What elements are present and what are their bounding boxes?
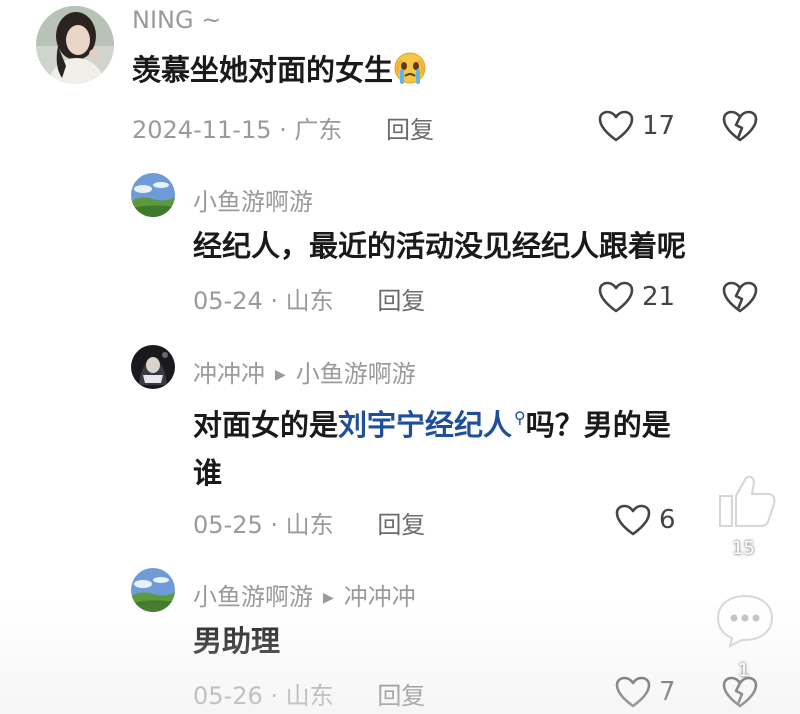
meta-separator: ·: [270, 511, 279, 539]
dislike-button[interactable]: [722, 281, 758, 317]
username-text[interactable]: 冲冲冲: [193, 360, 265, 388]
comment-date: 05-26: [193, 682, 263, 710]
avatar[interactable]: [131, 568, 175, 612]
meta-separator: ·: [270, 287, 279, 315]
like-count: 6: [659, 505, 676, 535]
comment-text: 羡慕坐她对面的女生: [132, 53, 394, 87]
username[interactable]: 小鱼游啊游: [193, 182, 313, 217]
heart-icon: [615, 504, 651, 536]
comment-date: 05-24: [193, 287, 263, 315]
meta-separator: ·: [270, 682, 279, 710]
reply-arrow-icon: ▶: [323, 590, 334, 606]
comment-body: 对面女的是刘宇宁经纪人 ⚲吗？男的是 谁: [193, 394, 753, 497]
comment-text: 对面女的是: [193, 408, 339, 442]
broken-heart-icon: [722, 281, 758, 313]
comment-meta: 05-26 · 山东 回复: [193, 676, 425, 711]
reply-button[interactable]: 回复: [377, 287, 425, 315]
username-text[interactable]: 小鱼游啊游: [193, 188, 313, 216]
comment-meta: 2024-11-15 · 广东 回复: [132, 110, 434, 145]
comment-thread: NING ~ 羡慕坐她对面的女生 2024-11-15 · 广东 回复 17 小…: [0, 0, 800, 714]
comment-meta: 05-25 · 山东 回复: [193, 505, 425, 540]
reply-button[interactable]: 回复: [386, 116, 434, 144]
username[interactable]: 冲冲冲 ▶ 小鱼游啊游: [193, 354, 416, 389]
comment-body: 羡慕坐她对面的女生: [132, 46, 692, 94]
comment-location: 山东: [285, 682, 334, 710]
reply-button[interactable]: 回复: [377, 682, 425, 710]
like-button[interactable]: 6: [615, 500, 676, 540]
comment-text-line2: 谁: [193, 456, 223, 490]
avatar[interactable]: [131, 345, 175, 389]
heart-icon: [598, 110, 634, 142]
thumbs-up-icon: [719, 475, 776, 527]
comment-text-continued: 吗？男的是: [525, 408, 671, 442]
heart-icon: [615, 676, 651, 708]
comment-meta: 05-24 · 山东 回复: [193, 281, 425, 316]
avatar[interactable]: [131, 173, 175, 217]
comment-date: 05-25: [193, 511, 263, 539]
username[interactable]: NING ~: [132, 6, 221, 34]
like-count: 21: [642, 282, 676, 312]
username-text[interactable]: NING ~: [132, 6, 221, 34]
video-like-count: 15: [732, 538, 755, 559]
search-link[interactable]: 刘宇宁经纪人: [338, 408, 512, 442]
dislike-button[interactable]: [722, 110, 758, 146]
comment-location: 广东: [294, 116, 343, 144]
search-icon[interactable]: ⚲: [514, 408, 526, 427]
like-button[interactable]: 17: [598, 106, 675, 146]
dislike-button[interactable]: [722, 676, 758, 712]
username-text[interactable]: 小鱼游啊游: [193, 583, 313, 611]
comment-text: 经纪人，最近的活动没见经纪人跟着呢: [193, 229, 687, 263]
crying-face-emoji: [394, 52, 426, 84]
like-button[interactable]: 21: [598, 277, 675, 317]
comment-bubble-icon: [716, 594, 774, 648]
like-count: 7: [659, 677, 676, 707]
comment-location: 山东: [285, 287, 334, 315]
comment-location: 山东: [285, 511, 334, 539]
comment-date: 2024-11-15: [132, 116, 272, 144]
reply-to-username[interactable]: 冲冲冲: [344, 583, 416, 611]
heart-icon: [598, 281, 634, 313]
video-comment-count: 1: [738, 660, 750, 681]
like-button[interactable]: 7: [615, 672, 676, 712]
comment-body: 男助理: [193, 617, 593, 665]
reply-to-username[interactable]: 小鱼游啊游: [296, 360, 416, 388]
reply-button[interactable]: 回复: [377, 511, 425, 539]
like-count: 17: [642, 111, 676, 141]
comment-text: 男助理: [193, 624, 281, 658]
video-like-button[interactable]: [712, 470, 782, 530]
username[interactable]: 小鱼游啊游 ▶ 冲冲冲: [193, 577, 416, 612]
video-comment-button[interactable]: [712, 590, 778, 650]
reply-arrow-icon: ▶: [275, 367, 286, 383]
meta-separator: ·: [279, 116, 287, 144]
broken-heart-icon: [722, 110, 758, 142]
avatar[interactable]: [36, 6, 114, 84]
comment-body: 经纪人，最近的活动没见经纪人跟着呢: [193, 222, 753, 270]
